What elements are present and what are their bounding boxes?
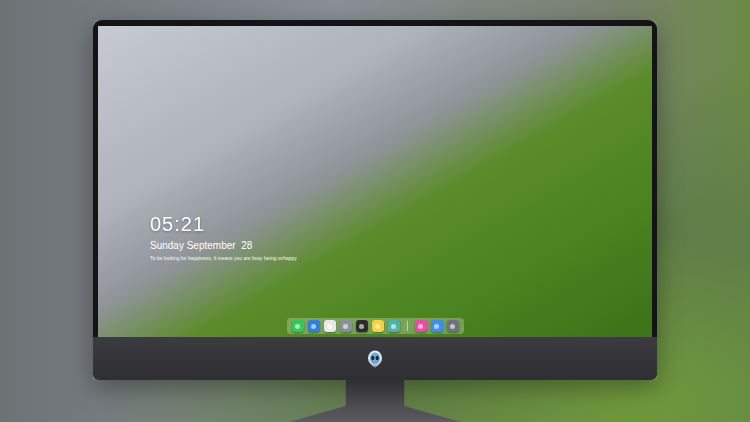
monitor-bezel: 05:21 Sunday September 28 To be looking fo… [93, 20, 657, 337]
monitor-chin [93, 337, 657, 380]
clock-widget: 05:21 Sunday September 28 To be looking fo… [98, 26, 652, 262]
dock-app-icon[interactable] [372, 320, 384, 332]
page: 05:21 Sunday September 28 To be looking fo… [0, 0, 750, 422]
clock-time: 05:21 [150, 212, 652, 236]
clock-date: Sunday September 28 [150, 239, 652, 252]
monitor: 05:21 Sunday September 28 To be looking fo… [93, 20, 657, 380]
dock-app-icon[interactable] [388, 320, 400, 332]
dock-app-icon[interactable] [308, 320, 320, 332]
dock-app-icon[interactable] [324, 320, 336, 332]
monitor-stand [289, 380, 461, 422]
dock-app-icon[interactable] [356, 320, 368, 332]
clock-quote: To be looking for happiness, it means yo… [150, 255, 652, 262]
dock-separator [407, 321, 408, 331]
dock-app-icon[interactable] [292, 320, 304, 332]
dock-app-icon[interactable] [340, 320, 352, 332]
dock-app-icon[interactable] [447, 320, 459, 332]
alien-logo-icon [367, 350, 383, 368]
dock-app-icon[interactable] [431, 320, 443, 332]
dock-app-icon[interactable] [415, 320, 427, 332]
dock [287, 318, 464, 334]
desktop-screen: 05:21 Sunday September 28 To be looking fo… [98, 26, 652, 337]
